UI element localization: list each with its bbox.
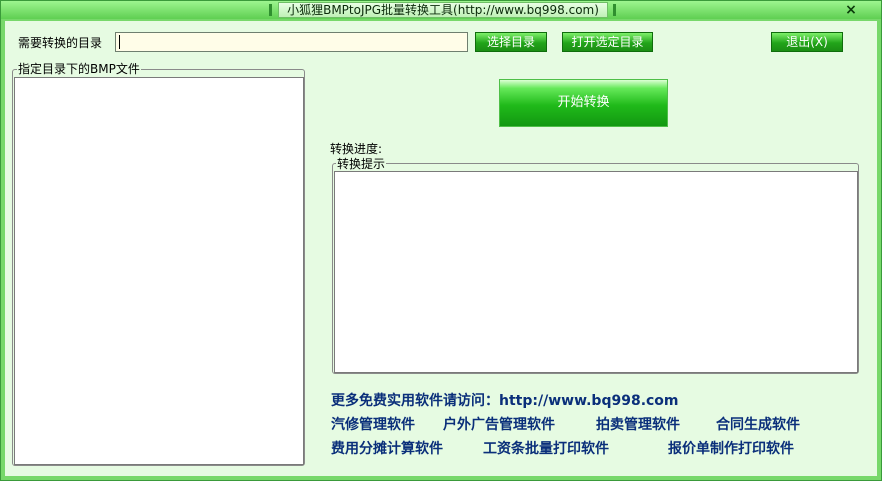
- exit-button[interactable]: 退出(X): [771, 32, 843, 52]
- hint-textarea[interactable]: [334, 171, 858, 373]
- directory-path-input[interactable]: [115, 32, 468, 52]
- promo-link-auction[interactable]: 拍卖管理软件: [596, 417, 680, 433]
- hint-group-title: 转换提示: [336, 157, 387, 171]
- window-title: 小狐狸BMPtoJPG批量转换工具(http://www.bq998.com): [278, 2, 608, 18]
- progress-label: 转换进度:: [330, 142, 383, 156]
- start-convert-button[interactable]: 开始转换: [499, 79, 668, 127]
- open-directory-button[interactable]: 打开选定目录: [562, 32, 653, 52]
- directory-label: 需要转换的目录: [18, 36, 103, 50]
- title-grip-left: [269, 4, 272, 16]
- visit-website-link[interactable]: 更多免费实用软件请访问：http://www.bq998.com: [331, 393, 679, 409]
- promo-link-auto-repair[interactable]: 汽修管理软件: [331, 417, 415, 433]
- text-caret: [119, 35, 120, 49]
- client-area: 需要转换的目录 选择目录 打开选定目录 退出(X) 指定目录下的BMP文件 开始…: [5, 21, 877, 476]
- select-directory-button[interactable]: 选择目录: [475, 32, 547, 52]
- title-grip-right: [613, 4, 616, 16]
- close-icon[interactable]: ×: [843, 2, 859, 18]
- app-window: 小狐狸BMPtoJPG批量转换工具(http://www.bq998.com) …: [0, 0, 882, 481]
- promo-link-outdoor-ads[interactable]: 户外广告管理软件: [443, 417, 555, 433]
- promo-link-contract[interactable]: 合同生成软件: [716, 417, 800, 433]
- bmp-files-group-title: 指定目录下的BMP文件: [17, 62, 141, 76]
- title-bar[interactable]: 小狐狸BMPtoJPG批量转换工具(http://www.bq998.com) …: [1, 1, 881, 19]
- promo-link-quotation[interactable]: 报价单制作打印软件: [668, 441, 794, 457]
- promo-link-payslip[interactable]: 工资条批量打印软件: [483, 441, 609, 457]
- bmp-file-list[interactable]: [14, 77, 304, 465]
- promo-link-cost-sharing[interactable]: 费用分摊计算软件: [331, 441, 443, 457]
